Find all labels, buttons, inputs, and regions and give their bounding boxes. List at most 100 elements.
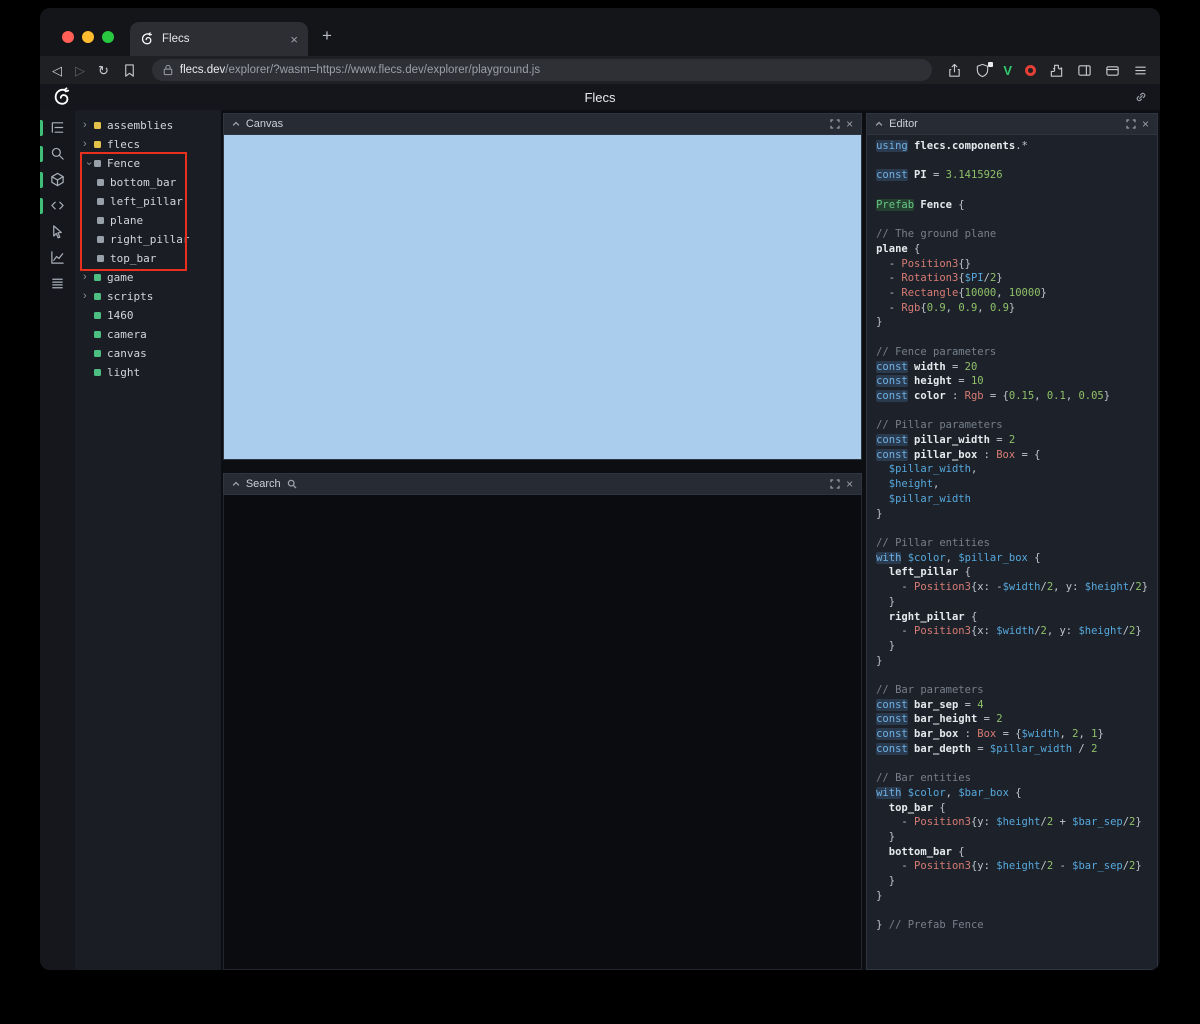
browser-window: Flecs × + ◁ ▷ ↻ flecs.dev/explorer/?wasm… <box>40 8 1160 970</box>
forward-icon[interactable]: ▷ <box>75 64 85 77</box>
expand-icon[interactable] <box>1126 119 1136 129</box>
code-line: const bar_sep = 4 <box>876 698 984 711</box>
tree-item-flecs[interactable]: › flecs <box>75 135 221 154</box>
entity-tree-icon[interactable] <box>40 120 75 136</box>
close-icon[interactable]: × <box>846 478 853 490</box>
chevron-collapsed-icon[interactable]: › <box>83 139 94 150</box>
code-line: top_bar { <box>888 801 946 814</box>
tab-close-icon[interactable]: × <box>290 33 298 46</box>
chevron-up-icon[interactable] <box>232 120 240 128</box>
code-line: const bar_depth = $pillar_width / 2 <box>876 742 1098 755</box>
tree-item-camera[interactable]: camera <box>75 325 221 344</box>
close-icon[interactable]: × <box>1142 118 1149 130</box>
entity-color-square <box>93 350 101 357</box>
code-line: const width = 20 <box>876 360 978 373</box>
entities-icon[interactable] <box>40 172 75 188</box>
code-line: } <box>876 875 896 888</box>
entity-label: left_pillar <box>109 195 183 208</box>
tree-item-Fence[interactable]: › Fence <box>75 154 221 173</box>
search-panel-header: Search × <box>222 473 863 495</box>
tables-icon[interactable] <box>40 276 75 292</box>
close-icon[interactable]: × <box>846 118 853 130</box>
shield-icon[interactable] <box>975 61 994 78</box>
canvas-panel: Canvas × <box>222 113 863 460</box>
code-line: const bar_height = 2 <box>876 713 1003 726</box>
entity-color-square <box>96 236 104 243</box>
tree-item-plane[interactable]: plane <box>75 211 221 230</box>
sidebar-toggle-icon[interactable] <box>1077 63 1092 78</box>
back-icon[interactable]: ◁ <box>52 64 62 77</box>
tab-title: Flecs <box>162 33 190 45</box>
main-area: › assemblies › flecs › Fence bottom_bar left_pi… <box>40 110 1160 970</box>
code-line: // Fence parameters <box>876 345 997 358</box>
new-tab-button[interactable]: + <box>322 27 332 44</box>
tree-item-right_pillar[interactable]: right_pillar <box>75 230 221 249</box>
chevron-up-icon[interactable] <box>232 480 240 488</box>
entity-tree-list: › assemblies › flecs › Fence bottom_bar left_pi… <box>75 116 221 382</box>
reload-icon[interactable]: ↻ <box>98 64 109 77</box>
link-icon[interactable] <box>1134 90 1148 104</box>
search-panel-title: Search <box>245 478 281 490</box>
entity-label: light <box>106 366 141 379</box>
expand-icon[interactable] <box>830 479 840 489</box>
tree-item-top_bar[interactable]: top_bar <box>75 249 221 268</box>
tree-item-game[interactable]: › game <box>75 268 221 287</box>
tree-item-scripts[interactable]: › scripts <box>75 287 221 306</box>
url-bar[interactable]: flecs.dev/explorer/?wasm=https://www.fle… <box>151 59 933 81</box>
code-editor[interactable]: using flecs.components.* const PI = 3.14… <box>866 135 1159 970</box>
entity-label: plane <box>109 214 144 227</box>
menu-icon[interactable] <box>1133 63 1148 78</box>
red-circle-extension-icon[interactable] <box>1025 64 1036 76</box>
code-line: - Position3{} <box>876 257 971 270</box>
entity-label: Fence <box>106 157 141 170</box>
bookmark-icon[interactable] <box>122 63 137 78</box>
code-line: const PI = 3.1415926 <box>876 169 1003 182</box>
zoom-window-button[interactable] <box>102 31 114 43</box>
flecs-favicon-icon <box>140 32 154 46</box>
chevron-collapsed-icon[interactable]: › <box>83 291 94 302</box>
code-line: - Position3{y: $height/2 + $bar_sep/2} <box>876 816 1142 829</box>
tab-strip: Flecs × + <box>40 8 1160 56</box>
code-line: - Rgb{0.9, 0.9, 0.9} <box>876 301 1016 314</box>
browser-tab[interactable]: Flecs × <box>130 22 308 56</box>
minimize-window-button[interactable] <box>82 31 94 43</box>
wallet-icon[interactable] <box>1105 63 1120 78</box>
entity-label: canvas <box>106 347 147 360</box>
code-line: $height, <box>888 478 940 491</box>
canvas-panel-header: Canvas × <box>222 113 863 135</box>
chevron-up-icon[interactable] <box>875 120 883 128</box>
tree-item-bottom_bar[interactable]: bottom_bar <box>75 173 221 192</box>
tree-item-assemblies[interactable]: › assemblies <box>75 116 221 135</box>
tree-item-1460[interactable]: 1460 <box>75 306 221 325</box>
url-domain: flecs.dev <box>179 64 226 76</box>
tree-item-light[interactable]: light <box>75 363 221 382</box>
code-line: const pillar_box : Box = { <box>876 448 1041 461</box>
stats-icon[interactable] <box>40 250 75 266</box>
share-icon[interactable] <box>947 63 962 78</box>
code-line: - Position3{x: -$width/2, y: $height/2} <box>876 581 1149 594</box>
code-line: } <box>876 889 883 902</box>
entity-label: camera <box>106 328 147 341</box>
puzzle-extension-icon[interactable] <box>1049 63 1064 78</box>
tree-item-canvas[interactable]: canvas <box>75 344 221 363</box>
expand-icon[interactable] <box>830 119 840 129</box>
chevron-expanded-icon[interactable]: › <box>83 158 95 169</box>
lock-icon <box>163 64 173 76</box>
chevron-collapsed-icon[interactable]: › <box>83 120 94 131</box>
entity-color-square <box>93 369 101 376</box>
code-line: // The ground plane <box>876 228 997 241</box>
tree-item-left_pillar[interactable]: left_pillar <box>75 192 221 211</box>
vimium-extension-icon[interactable]: V <box>1003 63 1012 78</box>
3d-viewport[interactable] <box>222 135 863 460</box>
inspector-icon[interactable] <box>40 224 75 240</box>
code-icon[interactable] <box>40 198 75 214</box>
close-window-button[interactable] <box>62 31 74 43</box>
code-line: const bar_box : Box = {$width, 2, 1} <box>876 728 1104 741</box>
search-panel: Search × <box>222 473 863 970</box>
chevron-collapsed-icon[interactable]: › <box>83 272 94 283</box>
search-icon[interactable] <box>40 146 75 162</box>
entity-color-square <box>96 179 104 186</box>
